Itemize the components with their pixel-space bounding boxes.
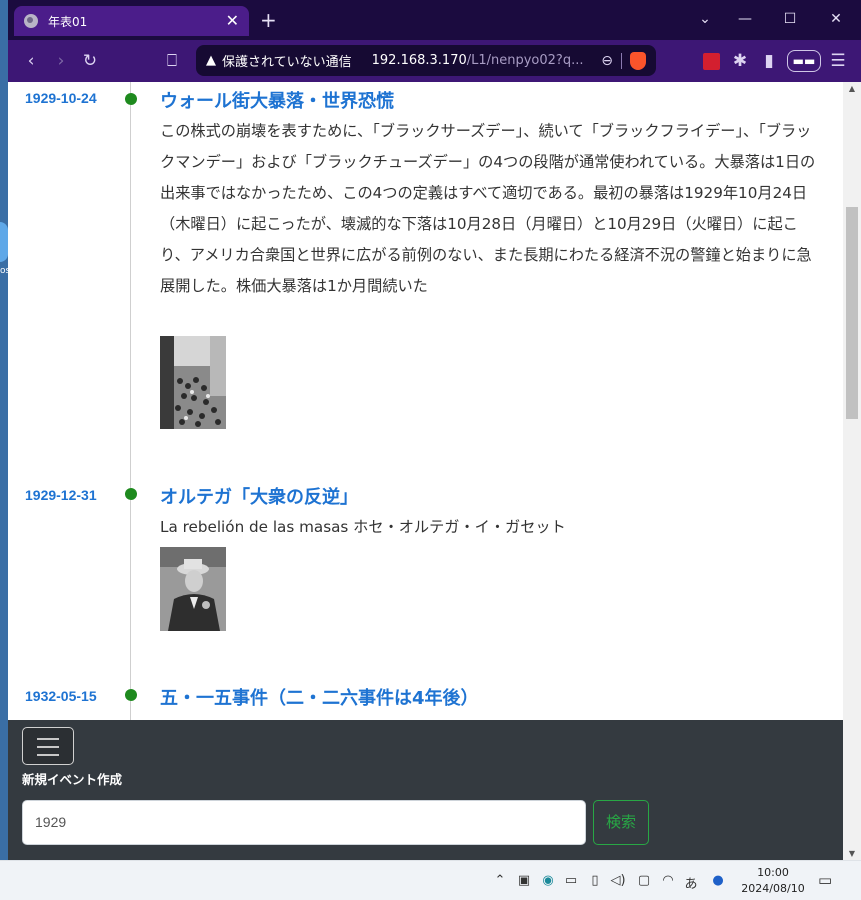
scroll-thumb[interactable]: [846, 207, 858, 419]
eye-app-icon[interactable]: ◉: [537, 873, 559, 888]
search-button[interactable]: 検索: [593, 800, 649, 845]
volume-icon[interactable]: ◁): [607, 873, 629, 888]
event-date: 1929-10-24: [25, 90, 97, 106]
tab-search-chevron-icon[interactable]: ⌄: [690, 8, 720, 30]
event-description: La rebelión de las masas ホセ・オルテガ・イ・ガセット: [160, 518, 566, 536]
event-dot: [125, 689, 137, 701]
minimize-button[interactable]: —: [730, 8, 760, 30]
extension-icon[interactable]: [703, 53, 720, 70]
portrait-photo-thumbnail[interactable]: [160, 547, 226, 631]
sidebar-icon[interactable]: ▮: [756, 48, 782, 74]
page-scrollbar[interactable]: ▲ ▼: [843, 82, 861, 860]
clock-time: 10:00: [757, 866, 789, 879]
menu-icon[interactable]: ☰: [825, 48, 851, 74]
timeline-page: 1929-10-24 ウォール街大暴落・世界恐慌 この株式の崩壊を表すために、「…: [8, 82, 843, 720]
wifi-icon[interactable]: ◠: [657, 873, 679, 888]
navbar-toggle-button[interactable]: [22, 727, 74, 765]
search-input[interactable]: 1929: [22, 800, 586, 845]
battery-icon[interactable]: ▭: [560, 873, 582, 888]
hamburger-bar: [37, 754, 59, 756]
security-status: 保護されていない通信: [222, 55, 352, 70]
notification-icon[interactable]: ▭: [818, 871, 832, 889]
timeline-axis: [130, 82, 131, 720]
crowd-photo-thumbnail[interactable]: [160, 336, 226, 429]
globe-icon: [24, 14, 38, 28]
windows-taskbar: ⌃ ▣ ◉ ▭ ▯ ◁) ▢ ◠ あ ● 10:00 2024/08/10 ▭: [0, 860, 861, 900]
new-tab-button[interactable]: +: [260, 8, 277, 32]
browser-window: 年表01 ✕ + ⌄ — ☐ ✕ ‹ › ↻ ⎕ ▲ 保護されていない通信 19…: [8, 0, 861, 860]
forward-arrow-icon[interactable]: ›: [48, 48, 74, 74]
close-window-button[interactable]: ✕: [821, 8, 851, 30]
event-title-link[interactable]: ウォール街大暴落・世界恐慌: [160, 87, 394, 113]
reload-icon[interactable]: ↻: [77, 48, 103, 74]
event-description: この株式の崩壊を表すために、「ブラックサーズデー」、続いて「ブラックフライデー」…: [160, 122, 816, 295]
title-bar: 年表01 ✕ + ⌄ — ☐ ✕: [8, 0, 861, 40]
url-divider: [621, 52, 622, 69]
system-clock[interactable]: 10:00 2024/08/10: [738, 865, 808, 897]
bottom-navbar: 新規イベント作成 1929 検索: [8, 720, 843, 860]
maximize-button[interactable]: ☐: [775, 8, 805, 30]
event-dot: [125, 93, 137, 105]
tab-close-icon[interactable]: ✕: [226, 13, 239, 29]
address-bar[interactable]: ▲ 保護されていない通信 192.168.3.170 /L1/nenpyo02?…: [196, 45, 656, 76]
brave-shield-icon[interactable]: [630, 51, 646, 70]
active-tab[interactable]: 年表01 ✕: [14, 6, 249, 36]
scroll-up-arrow-icon[interactable]: ▲: [843, 84, 861, 93]
browser-toolbar: ‹ › ↻ ⎕ ▲ 保護されていない通信 192.168.3.170 /L1/n…: [8, 40, 861, 82]
url-host: 192.168.3.170: [371, 53, 467, 68]
tab-title: 年表01: [48, 14, 88, 29]
url-path: /L1/nenpyo02?q...: [466, 53, 584, 68]
show-hidden-icons-chevron-icon[interactable]: ⌃: [489, 873, 511, 888]
usb-icon[interactable]: ▯: [584, 873, 606, 888]
desktop-icon[interactable]: [0, 222, 8, 262]
desktop-strip: os: [0, 0, 10, 860]
event-date: 1932-05-15: [25, 688, 97, 704]
scroll-down-arrow-icon[interactable]: ▼: [843, 849, 861, 858]
event-dot: [125, 488, 137, 500]
event-title-link[interactable]: 五・一五事件（二・二六事件は4年後）: [160, 684, 479, 710]
chat-icon[interactable]: ▢: [633, 873, 655, 888]
camera-icon[interactable]: ▣: [513, 873, 535, 888]
warning-icon: ▲: [206, 53, 216, 68]
back-arrow-icon[interactable]: ‹: [18, 48, 44, 74]
event-date: 1929-12-31: [25, 487, 97, 503]
hamburger-bar: [37, 738, 59, 740]
ime-indicator[interactable]: あ: [680, 873, 702, 892]
vpn-glasses-icon[interactable]: ▬▬: [787, 50, 821, 72]
puzzle-extensions-icon[interactable]: ✱: [727, 48, 753, 74]
zoom-icon[interactable]: ⊖: [601, 53, 613, 69]
bookmark-icon[interactable]: ⎕: [159, 48, 185, 74]
hamburger-bar: [37, 746, 59, 748]
new-event-link[interactable]: 新規イベント作成: [22, 769, 122, 788]
clock-date: 2024/08/10: [741, 882, 805, 895]
app-tray-icon[interactable]: ●: [707, 873, 729, 888]
event-title-link[interactable]: オルテガ「大衆の反逆」: [160, 483, 358, 509]
